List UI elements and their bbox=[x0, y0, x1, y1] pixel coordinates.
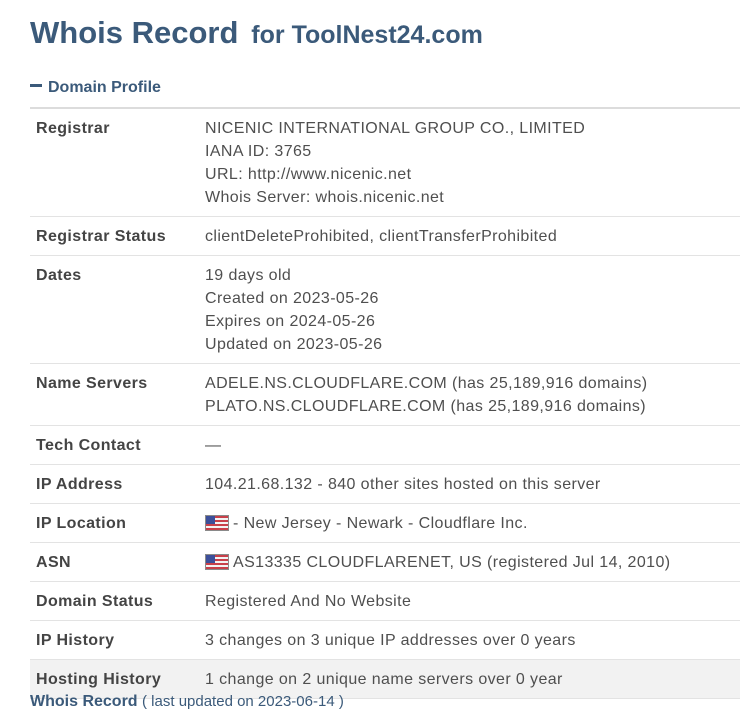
name-server-2: PLATO.NS.CLOUDFLARE.COM (has 25,189,916 … bbox=[205, 398, 646, 415]
registrar-label: Registrar bbox=[30, 108, 199, 217]
us-flag-icon bbox=[205, 553, 229, 570]
asn-cell: AS13335 CLOUDFLARENET, US (registered Ju… bbox=[199, 542, 740, 582]
registrar-status-value: clientDeleteProhibited, clientTransferPr… bbox=[199, 216, 740, 256]
whois-record-footer: Whois Record ( last updated on 2023-06-1… bbox=[30, 693, 344, 711]
domain-age: 19 days old bbox=[205, 267, 292, 284]
ip-history-value[interactable]: 3 changes on 3 unique IP addresses over … bbox=[199, 620, 740, 660]
minus-icon bbox=[30, 84, 42, 88]
page-title-domain: for ToolNest24.com bbox=[251, 21, 483, 49]
page-title-main: Whois Record bbox=[30, 15, 239, 50]
domain-profile-table: Registrar NICENIC INTERNATIONAL GROUP CO… bbox=[30, 107, 740, 699]
registrar-status-row: Registrar Status clientDeleteProhibited,… bbox=[30, 216, 740, 256]
asn-label: ASN bbox=[30, 542, 199, 582]
registrar-value: NICENIC INTERNATIONAL GROUP CO., LIMITED… bbox=[199, 108, 740, 217]
registrar-status-label: Registrar Status bbox=[30, 216, 199, 256]
ip-address-row: IP Address 104.21.68.132 - 840 other sit… bbox=[30, 464, 740, 504]
tech-contact-label: Tech Contact bbox=[30, 425, 199, 465]
ip-history-row[interactable]: IP History 3 changes on 3 unique IP addr… bbox=[30, 620, 740, 660]
page-title: Whois Record for ToolNest24.com bbox=[30, 14, 483, 51]
dates-row: Dates 19 days old Created on 2023-05-26 … bbox=[30, 255, 740, 364]
registrar-name: NICENIC INTERNATIONAL GROUP CO., LIMITED bbox=[205, 120, 586, 137]
asn-value: AS13335 CLOUDFLARENET, US (registered Ju… bbox=[233, 554, 671, 571]
expires-date: Expires on 2024-05-26 bbox=[205, 313, 376, 330]
dates-value: 19 days old Created on 2023-05-26 Expire… bbox=[199, 255, 740, 364]
tech-contact-value: — bbox=[199, 425, 740, 465]
ip-location-cell: - New Jersey - Newark - Cloudflare Inc. bbox=[199, 503, 740, 543]
ip-address-label: IP Address bbox=[30, 464, 199, 504]
us-flag-icon bbox=[205, 514, 229, 531]
name-servers-value: ADELE.NS.CLOUDFLARE.COM (has 25,189,916 … bbox=[199, 363, 740, 426]
ip-address-value: 104.21.68.132 - 840 other sites hosted o… bbox=[199, 464, 740, 504]
ip-location-value: - New Jersey - Newark - Cloudflare Inc. bbox=[233, 515, 528, 532]
ip-history-label: IP History bbox=[30, 620, 199, 660]
registrar-row: Registrar NICENIC INTERNATIONAL GROUP CO… bbox=[30, 108, 740, 217]
name-server-1: ADELE.NS.CLOUDFLARE.COM (has 25,189,916 … bbox=[205, 375, 648, 392]
registrar-iana-id: IANA ID: 3765 bbox=[205, 143, 312, 160]
whois-record-label[interactable]: Whois Record bbox=[30, 693, 138, 710]
registrar-whois-server: Whois Server: whois.nicenic.net bbox=[205, 189, 445, 206]
ip-location-label: IP Location bbox=[30, 503, 199, 543]
domain-status-label: Domain Status bbox=[30, 581, 199, 621]
name-servers-label: Name Servers bbox=[30, 363, 199, 426]
created-date: Created on 2023-05-26 bbox=[205, 290, 379, 307]
tech-contact-row: Tech Contact — bbox=[30, 425, 740, 465]
domain-status-row: Domain Status Registered And No Website bbox=[30, 581, 740, 621]
ip-location-row: IP Location - New Jersey - Newark - Clou… bbox=[30, 503, 740, 543]
registrar-url: URL: http://www.nicenic.net bbox=[205, 166, 412, 183]
name-servers-row: Name Servers ADELE.NS.CLOUDFLARE.COM (ha… bbox=[30, 363, 740, 426]
domain-profile-toggle[interactable]: Domain Profile bbox=[30, 79, 161, 97]
updated-date: Updated on 2023-05-26 bbox=[205, 336, 383, 353]
domain-profile-label: Domain Profile bbox=[48, 79, 161, 96]
last-updated-note: ( last updated on 2023-06-14 ) bbox=[142, 693, 344, 710]
dates-label: Dates bbox=[30, 255, 199, 364]
asn-row: ASN AS13335 CLOUDFLARENET, US (registere… bbox=[30, 542, 740, 582]
domain-status-value: Registered And No Website bbox=[199, 581, 740, 621]
